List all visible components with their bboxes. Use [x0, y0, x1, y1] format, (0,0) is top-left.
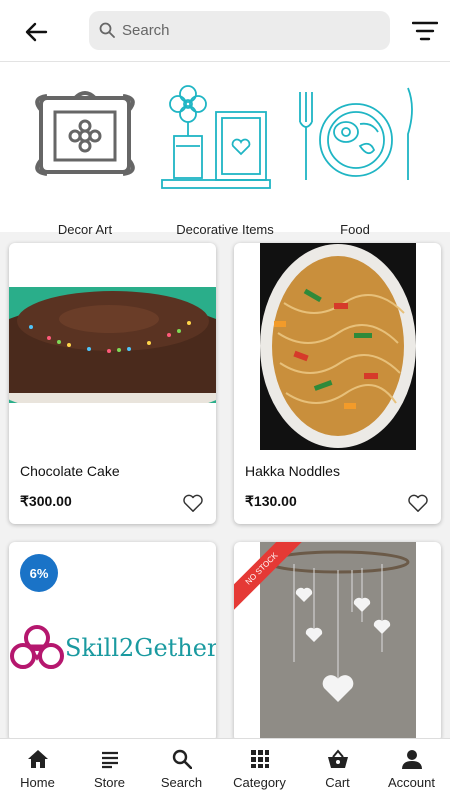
framed-flower-icon [35, 91, 135, 176]
arrow-left-icon[interactable] [22, 18, 50, 46]
hakka-noodles-image [260, 243, 416, 450]
product-name: Chocolate Cake [20, 463, 120, 479]
nav-label: Store [93, 775, 126, 790]
search-bar[interactable] [89, 11, 390, 50]
nav-label: Category [233, 775, 286, 790]
heart-icon[interactable] [407, 493, 429, 513]
product-card-skill2gether[interactable]: Skill2Gether 6% [9, 542, 216, 742]
search-icon [99, 22, 115, 38]
nav-label: Search [160, 775, 203, 790]
filter-icon[interactable] [412, 20, 438, 42]
brand-logo-text: Skill2Gether [65, 634, 216, 662]
nav-account[interactable]: Account [374, 749, 449, 797]
list-icon [101, 751, 118, 769]
nav-search[interactable]: Search [144, 749, 219, 797]
product-card-wind-chime[interactable]: NO STOCK [234, 542, 441, 742]
category-food[interactable]: Food [280, 80, 430, 237]
nav-cart[interactable]: Cart [300, 749, 375, 797]
product-name: Hakka Noddles [245, 463, 340, 479]
chocolate-cake-image [9, 287, 216, 403]
product-price: ₹130.00 [245, 493, 297, 509]
category-label: Decorative Items [176, 222, 274, 237]
nav-store[interactable]: Store [72, 749, 147, 797]
product-card-hakka-noddles[interactable]: Hakka Noddles ₹130.00 [234, 243, 441, 524]
home-icon [27, 750, 48, 768]
product-price: ₹300.00 [20, 493, 72, 509]
search-input[interactable] [122, 11, 382, 50]
heart-icon[interactable] [182, 493, 204, 513]
category-strip: Decor Art Decorative Items Food [0, 62, 450, 237]
nav-label: Cart [325, 775, 350, 790]
nav-home[interactable]: Home [0, 749, 75, 797]
category-label: Decor Art [57, 222, 113, 237]
product-card-chocolate-cake[interactable]: Chocolate Cake ₹300.00 [9, 243, 216, 524]
nav-category[interactable]: Category [222, 749, 297, 797]
category-label: Food [340, 222, 370, 237]
top-app-bar [0, 0, 450, 62]
bottom-navigation: Home Store Search Category Cart Account [0, 738, 450, 800]
nav-label: Home [20, 775, 55, 790]
discount-badge: 6% [20, 554, 58, 592]
basket-icon [327, 749, 348, 768]
person-icon [401, 750, 422, 769]
search-icon [172, 749, 192, 769]
nav-label: Account [388, 775, 435, 790]
grid-icon [250, 750, 269, 768]
category-decor-art[interactable]: Decor Art [10, 80, 160, 237]
plate-fork-knife-icon [299, 87, 413, 180]
category-decorative-items[interactable]: Decorative Items [150, 80, 300, 237]
flower-vase-frame-icon [161, 85, 271, 189]
